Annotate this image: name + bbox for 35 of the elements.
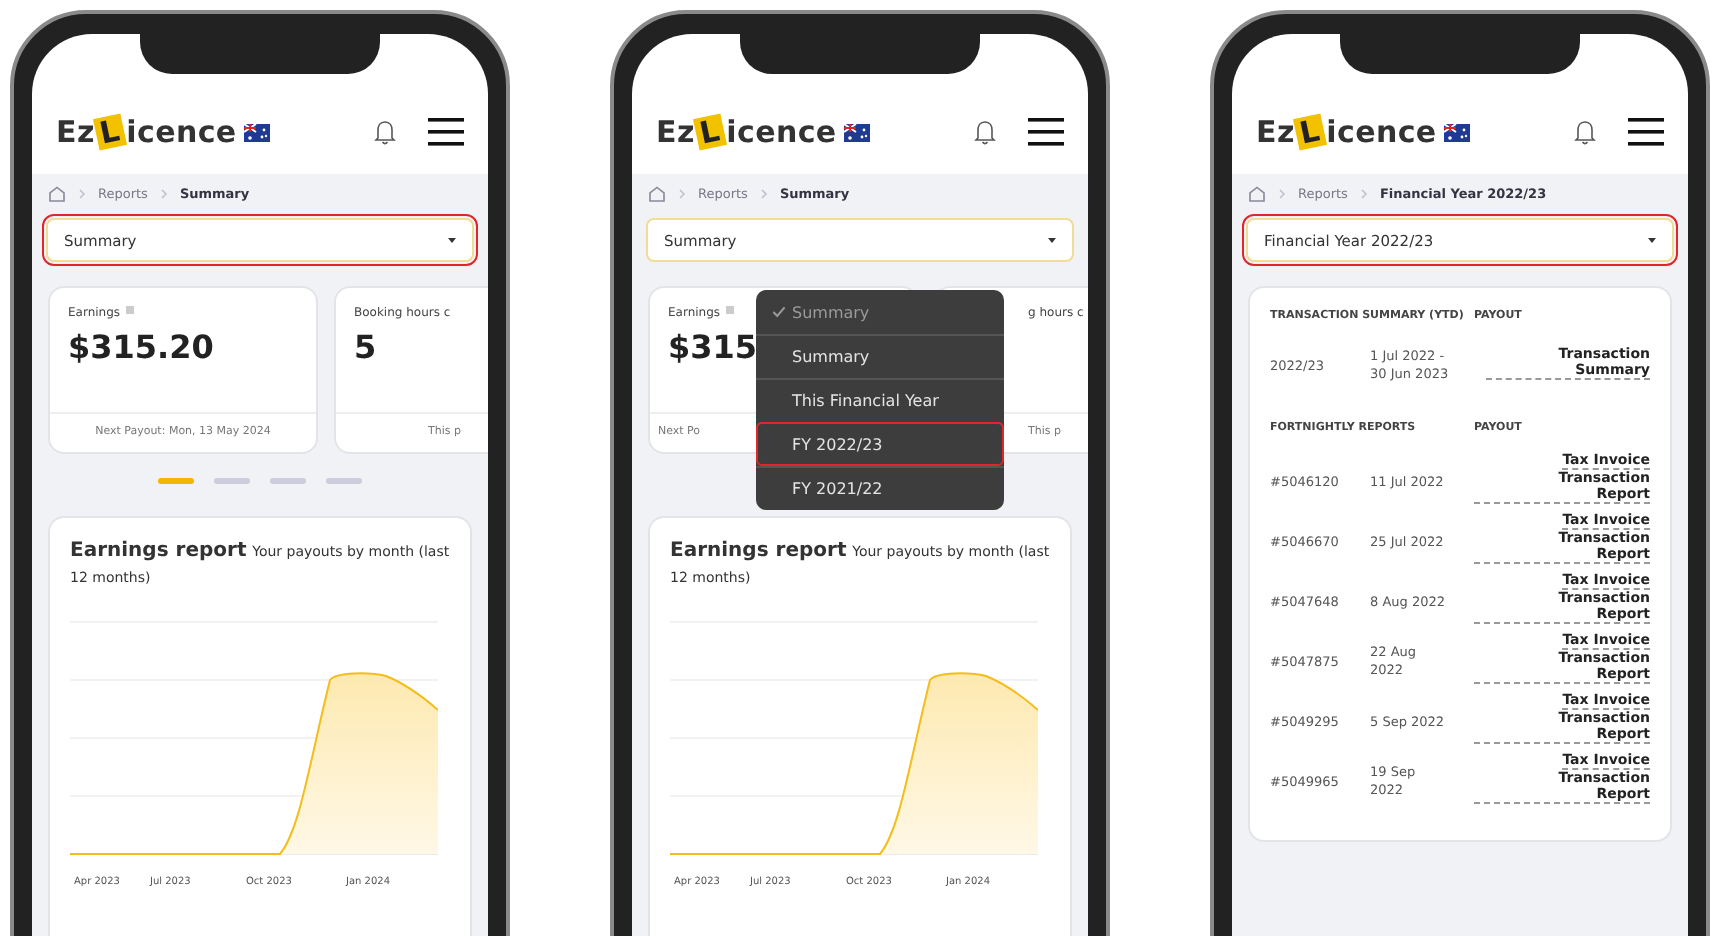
menu-item[interactable]: Summary bbox=[756, 334, 1004, 378]
caret-icon bbox=[1048, 237, 1056, 243]
chevron-icon bbox=[1359, 188, 1368, 200]
card-value: $315.20 bbox=[68, 328, 214, 366]
info-icon[interactable] bbox=[126, 306, 135, 314]
menu-icon[interactable] bbox=[1628, 118, 1664, 146]
flag-icon bbox=[1444, 123, 1471, 141]
menu-icon[interactable] bbox=[428, 118, 464, 146]
menu-icon[interactable] bbox=[1028, 118, 1064, 146]
chevron-icon bbox=[759, 188, 768, 200]
chevron-icon bbox=[678, 188, 686, 200]
check-icon bbox=[772, 306, 786, 318]
caret-icon bbox=[1648, 237, 1656, 243]
chevron-icon bbox=[1278, 188, 1286, 200]
logo: Ez L icence bbox=[56, 114, 271, 150]
home-icon[interactable] bbox=[1248, 186, 1266, 202]
menu-item[interactable]: FY 2022/23 bbox=[756, 422, 1004, 466]
logo: Ez L icence bbox=[656, 114, 871, 150]
chevron-icon bbox=[159, 188, 168, 200]
menu-item[interactable]: This Financial Year bbox=[756, 378, 1004, 422]
home-icon[interactable] bbox=[48, 186, 66, 202]
menu-item[interactable]: FY 2021/22 bbox=[756, 466, 1004, 510]
bell-icon[interactable] bbox=[374, 119, 396, 145]
chevron-icon bbox=[78, 188, 86, 200]
info-icon[interactable] bbox=[726, 306, 735, 314]
card-value: $315 bbox=[668, 328, 758, 366]
flag-icon bbox=[844, 123, 871, 141]
bell-icon[interactable] bbox=[1574, 119, 1596, 145]
card-value: 5 bbox=[354, 328, 377, 366]
menu-item[interactable]: Summary bbox=[756, 290, 1004, 334]
home-icon[interactable] bbox=[648, 186, 666, 202]
flag-icon bbox=[244, 123, 271, 141]
logo: Ez L icence bbox=[1256, 114, 1471, 150]
caret-icon bbox=[448, 237, 456, 243]
bell-icon[interactable] bbox=[974, 119, 996, 145]
